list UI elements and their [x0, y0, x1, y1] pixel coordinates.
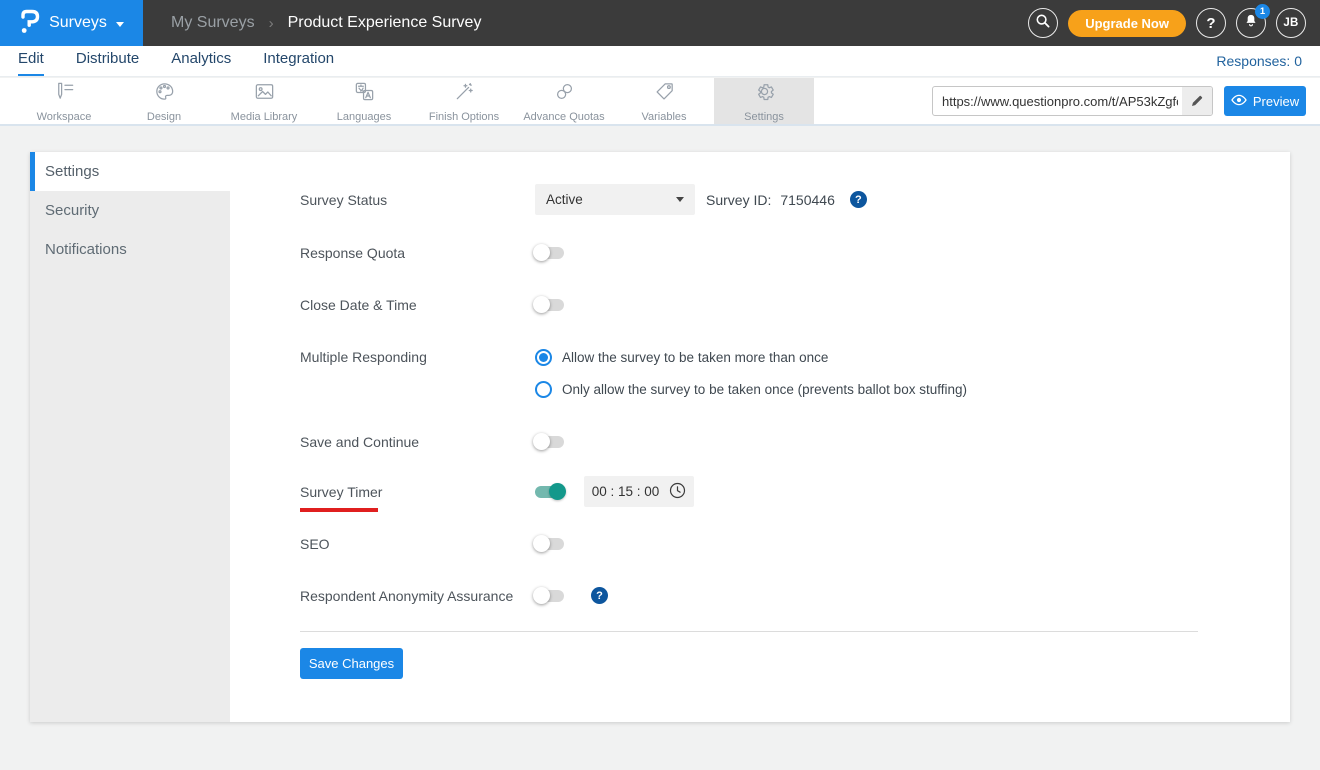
breadcrumb: My Surveys › Product Experience Survey [171, 14, 481, 32]
upgrade-now-button[interactable]: Upgrade Now [1068, 9, 1186, 37]
survey-status-row: Survey Status Active Survey ID: 7150446 … [300, 184, 867, 215]
toolbar-item-media-library[interactable]: Media Library [214, 78, 314, 124]
tab-distribute[interactable]: Distribute [76, 50, 139, 76]
survey-timer-input[interactable]: 00 : 15 : 00 [584, 476, 694, 507]
avatar[interactable]: JB [1276, 8, 1306, 38]
radio-unselected-icon[interactable] [535, 380, 552, 398]
toolbar-divider [0, 124, 1320, 126]
save-continue-toggle[interactable] [533, 433, 564, 450]
toolbar-item-workspace[interactable]: Workspace [14, 78, 114, 124]
close-date-toggle[interactable] [533, 296, 564, 313]
tab-analytics[interactable]: Analytics [171, 50, 231, 76]
toolbar-item-settings[interactable]: Settings [714, 78, 814, 124]
responses-count[interactable]: Responses: 0 [1216, 53, 1302, 76]
settings-side-nav: Settings Security Notifications [30, 152, 230, 722]
header-actions: Upgrade Now ? 1 JB [1028, 4, 1306, 38]
option-multiple-allowed[interactable]: Allow the survey to be taken more than o… [535, 341, 967, 373]
anonymity-row: Respondent Anonymity Assurance ? [300, 580, 608, 611]
toolbar-item-finish-options[interactable]: Finish Options [414, 78, 514, 124]
save-continue-label: Save and Continue [300, 433, 420, 450]
search-button[interactable] [1028, 8, 1059, 38]
tag-icon [653, 80, 676, 108]
help-button[interactable]: ? [1196, 8, 1226, 38]
breadcrumb-separator: › [268, 14, 274, 32]
clock-icon [669, 482, 686, 502]
sidebar-item-settings[interactable]: Settings [30, 152, 230, 191]
survey-status-value: Active [546, 192, 583, 207]
close-date-label: Close Date & Time [300, 296, 417, 313]
edit-toolbar: Workspace Design Media Library Languages… [0, 78, 1320, 124]
seo-toggle[interactable] [533, 535, 564, 552]
survey-timer-toggle[interactable] [535, 483, 566, 500]
chevron-down-icon [676, 197, 684, 202]
breadcrumb-my-surveys[interactable]: My Surveys [171, 14, 255, 32]
palette-icon [153, 80, 176, 108]
workspace-icon [53, 80, 76, 108]
toolbar-item-variables[interactable]: Variables [614, 78, 714, 124]
sidebar-item-notifications[interactable]: Notifications [30, 230, 230, 269]
response-quota-row: Response Quota [300, 237, 564, 268]
section-nav: Edit Distribute Analytics Integration Re… [0, 46, 1320, 77]
seo-row: SEO [300, 528, 564, 559]
anonymity-label: Respondent Anonymity Assurance [300, 587, 514, 604]
questionpro-logo-icon [19, 8, 40, 39]
survey-status-select[interactable]: Active [535, 184, 695, 215]
close-date-row: Close Date & Time [300, 289, 564, 320]
anonymity-help-icon[interactable]: ? [591, 587, 608, 604]
survey-timer-value: 00 : 15 : 00 [591, 484, 660, 499]
toolbar-item-advance-quotas[interactable]: Advance Quotas [514, 78, 614, 124]
survey-timer-highlight-underline [300, 508, 378, 512]
survey-id-help-icon[interactable]: ? [849, 191, 867, 208]
survey-timer-label: Survey Timer [300, 483, 383, 500]
option-once-only[interactable]: Only allow the survey to be taken once (… [535, 373, 967, 405]
product-switcher[interactable]: Surveys [0, 0, 143, 46]
survey-url-field [932, 86, 1213, 116]
multiple-responding-row: Multiple Responding Allow the survey to … [300, 341, 967, 405]
search-icon [1035, 13, 1051, 34]
avatar-initials: JB [1283, 17, 1299, 29]
settings-card: Settings Security Notifications Survey S… [30, 152, 1290, 722]
gear-icon [753, 80, 776, 108]
chevron-down-icon [115, 21, 124, 27]
toolbar-item-languages[interactable]: Languages [314, 78, 414, 124]
save-continue-row: Save and Continue [300, 426, 564, 457]
chain-link-icon [553, 80, 576, 108]
tab-integration[interactable]: Integration [263, 50, 334, 76]
save-changes-button[interactable]: Save Changes [300, 648, 403, 679]
toolbar-item-design[interactable]: Design [114, 78, 214, 124]
content-divider [300, 631, 1198, 632]
question-mark-icon: ? [1206, 14, 1216, 32]
survey-url-input[interactable] [933, 93, 1182, 109]
pencil-icon [1192, 95, 1203, 106]
multiple-responding-label: Multiple Responding [300, 349, 427, 365]
survey-status-label: Survey Status [300, 191, 388, 208]
response-quota-label: Response Quota [300, 244, 406, 261]
anonymity-toggle[interactable] [533, 587, 564, 604]
seo-label: SEO [300, 535, 330, 552]
translate-icon [353, 80, 376, 108]
notification-badge: 1 [1255, 4, 1270, 19]
top-header: Surveys My Surveys › Product Experience … [0, 0, 1320, 46]
survey-id-label: Survey ID: [706, 191, 772, 208]
breadcrumb-survey-title: Product Experience Survey [287, 14, 482, 31]
survey-id-value: 7150446 [780, 191, 835, 208]
notifications-button[interactable]: 1 [1236, 4, 1270, 38]
radio-selected-icon[interactable] [535, 348, 552, 366]
image-icon [253, 80, 276, 108]
eye-icon [1231, 94, 1247, 109]
survey-timer-row: Survey Timer 00 : 15 : 00 [300, 476, 694, 507]
response-quota-toggle[interactable] [533, 244, 564, 261]
app-name: Surveys [49, 14, 107, 31]
multiple-responding-options: Allow the survey to be taken more than o… [535, 341, 967, 405]
edit-url-button[interactable] [1182, 87, 1212, 115]
preview-button[interactable]: Preview [1224, 86, 1306, 116]
magic-wand-icon [453, 80, 476, 108]
tab-edit[interactable]: Edit [18, 50, 44, 76]
sidebar-item-security[interactable]: Security [30, 191, 230, 230]
